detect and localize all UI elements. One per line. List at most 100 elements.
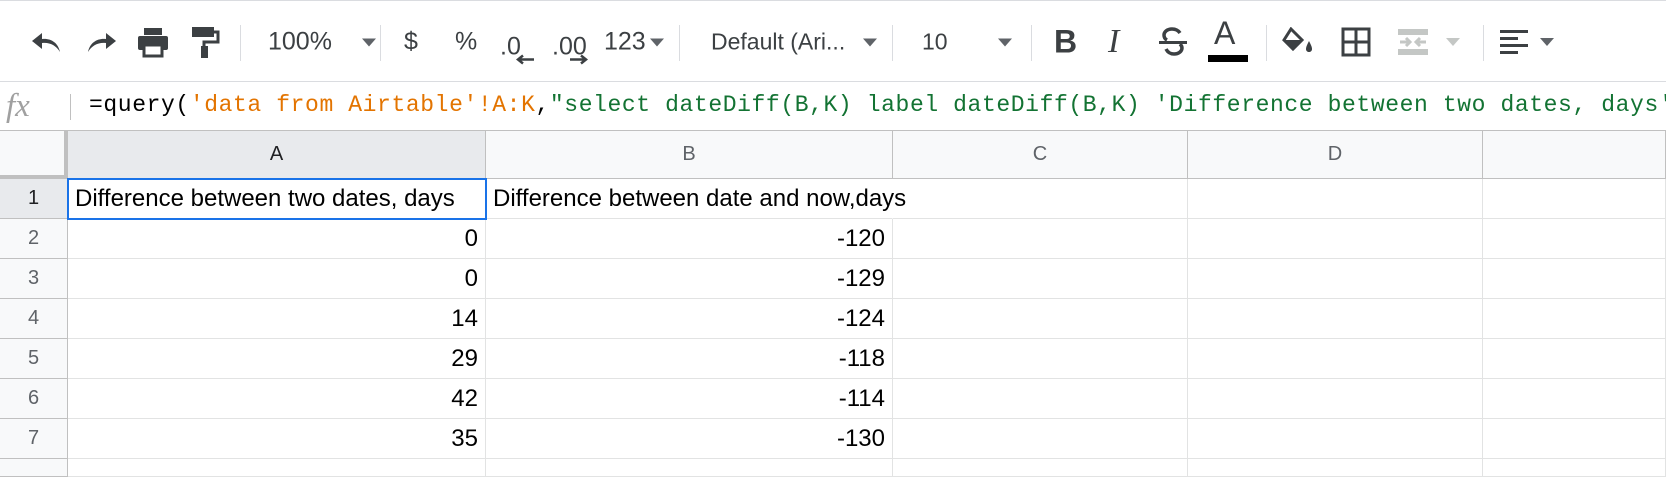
- redo-icon[interactable]: [84, 28, 118, 56]
- formula-input[interactable]: =query('data from Airtable'!A:K,"select …: [89, 92, 1666, 118]
- cell-c4[interactable]: [893, 299, 1188, 339]
- chevron-down-icon: [1540, 38, 1554, 46]
- cell-e3[interactable]: [1483, 259, 1666, 299]
- cell-b7[interactable]: -130: [486, 419, 893, 459]
- column-header-a[interactable]: A: [68, 131, 486, 179]
- zoom-value: 100%: [268, 27, 332, 56]
- cell-b1[interactable]: Difference between date and now,days: [486, 179, 906, 219]
- zoom-select[interactable]: 100%: [268, 28, 376, 57]
- cell-b3[interactable]: -129: [486, 259, 893, 299]
- cell-a3[interactable]: 0: [68, 259, 486, 299]
- cell-a6[interactable]: 42: [68, 379, 486, 419]
- decrease-decimals-button[interactable]: .0: [500, 33, 534, 65]
- increase-decimals-button[interactable]: .00: [552, 33, 589, 65]
- row-header[interactable]: 6: [0, 379, 68, 419]
- font-family-select[interactable]: Default (Ari...: [711, 28, 878, 56]
- toolbar-divider: [1031, 25, 1032, 61]
- column-header-e[interactable]: [1483, 131, 1666, 179]
- cell-d1[interactable]: [1188, 179, 1483, 219]
- select-all-corner[interactable]: [0, 131, 68, 179]
- cell-e5[interactable]: [1483, 339, 1666, 379]
- borders-button[interactable]: [1341, 27, 1371, 57]
- cell-d5[interactable]: [1188, 339, 1483, 379]
- cell-a4[interactable]: 14: [68, 299, 486, 339]
- strikethrough-button[interactable]: [1157, 26, 1189, 58]
- cell-b2[interactable]: -120: [486, 219, 893, 259]
- more-formats-select[interactable]: 123: [604, 28, 664, 57]
- print-icon[interactable]: [136, 26, 170, 58]
- currency-label: $: [404, 27, 418, 56]
- cell-c1[interactable]: [893, 179, 1188, 219]
- merge-cells-button[interactable]: [1396, 27, 1460, 57]
- cell-a2[interactable]: 0: [68, 219, 486, 259]
- toolbar-divider: [1266, 25, 1267, 61]
- row-header[interactable]: 7: [0, 419, 68, 459]
- column-header-b[interactable]: B: [486, 131, 893, 179]
- formula-range: 'data from Airtable'!A:K: [189, 92, 536, 118]
- borders-icon: [1341, 27, 1371, 57]
- toolbar-divider: [892, 25, 893, 61]
- cell-d3[interactable]: [1188, 259, 1483, 299]
- horizontal-align-select[interactable]: [1500, 29, 1554, 55]
- cell-d2[interactable]: [1188, 219, 1483, 259]
- cell-d8[interactable]: [1188, 459, 1483, 477]
- cell-c5[interactable]: [893, 339, 1188, 379]
- align-left-icon: [1500, 30, 1528, 54]
- cell-a8[interactable]: [68, 459, 486, 477]
- text-color-button[interactable]: A: [1208, 15, 1248, 65]
- cell-e1[interactable]: [1483, 179, 1666, 219]
- cell-c7[interactable]: [893, 419, 1188, 459]
- toolbar-divider: [679, 25, 680, 61]
- formula-bar-divider: [70, 94, 71, 120]
- cell-d6[interactable]: [1188, 379, 1483, 419]
- chevron-down-icon: [361, 38, 376, 46]
- cell-b8[interactable]: [486, 459, 893, 477]
- percent-label: %: [455, 27, 478, 56]
- column-header-c[interactable]: C: [893, 131, 1188, 179]
- cell-e2[interactable]: [1483, 219, 1666, 259]
- row-header[interactable]: 5: [0, 339, 68, 379]
- merge-cells-icon: [1398, 29, 1428, 55]
- cell-a7[interactable]: 35: [68, 419, 486, 459]
- toolbar-divider: [380, 25, 381, 61]
- text-color-swatch: [1208, 55, 1248, 62]
- currency-format-button[interactable]: $: [404, 28, 418, 57]
- fill-color-button[interactable]: [1282, 27, 1316, 57]
- row-header[interactable]: 1: [0, 179, 68, 219]
- font-family-value: Default (Ari...: [711, 28, 846, 55]
- cell-e4[interactable]: [1483, 299, 1666, 339]
- paint-format-icon[interactable]: [190, 25, 220, 59]
- chevron-down-icon: [649, 38, 664, 46]
- cell-a5[interactable]: 29: [68, 339, 486, 379]
- toolbar: 100% $ % .0 .00 123 Default (Ari... 10 B…: [0, 0, 1666, 82]
- undo-icon[interactable]: [30, 28, 64, 56]
- cell-c6[interactable]: [893, 379, 1188, 419]
- spreadsheet-grid: A B C D 1 2 3 4 5 6 7 Difference between…: [0, 131, 1666, 477]
- font-size-select[interactable]: 10: [922, 29, 1012, 56]
- italic-button[interactable]: I: [1108, 23, 1119, 61]
- formula-prefix: =query(: [89, 92, 190, 118]
- formula-string: "select dateDiff(B,K) label dateDiff(B,K…: [549, 92, 1666, 118]
- cell-d7[interactable]: [1188, 419, 1483, 459]
- cell-c3[interactable]: [893, 259, 1188, 299]
- cell-d4[interactable]: [1188, 299, 1483, 339]
- row-header[interactable]: [0, 459, 68, 477]
- row-header[interactable]: 3: [0, 259, 68, 299]
- cell-b5[interactable]: -118: [486, 339, 893, 379]
- cell-e8[interactable]: [1483, 459, 1666, 477]
- row-header[interactable]: 4: [0, 299, 68, 339]
- cell-e6[interactable]: [1483, 379, 1666, 419]
- cell-b4[interactable]: -124: [486, 299, 893, 339]
- font-size-value: 10: [922, 28, 948, 55]
- arrow-left-icon: [515, 54, 534, 65]
- cell-c2[interactable]: [893, 219, 1188, 259]
- cell-e7[interactable]: [1483, 419, 1666, 459]
- cell-a1[interactable]: Difference between two dates, days: [68, 179, 486, 219]
- formula-bar: fx =query('data from Airtable'!A:K,"sele…: [0, 82, 1666, 131]
- cell-c8[interactable]: [893, 459, 1188, 477]
- row-header[interactable]: 2: [0, 219, 68, 259]
- cell-b6[interactable]: -114: [486, 379, 893, 419]
- bold-button[interactable]: B: [1054, 24, 1077, 61]
- percent-format-button[interactable]: %: [455, 28, 477, 57]
- column-header-d[interactable]: D: [1188, 131, 1483, 179]
